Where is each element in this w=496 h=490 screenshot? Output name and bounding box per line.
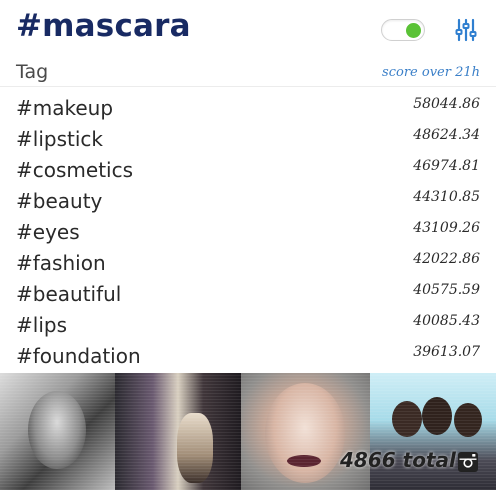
column-headers: Tag score over 21h [0, 60, 496, 87]
tag-score: 48624.34 [413, 127, 480, 143]
tag-score: 44310.85 [413, 189, 480, 205]
list-item[interactable]: #eyes 43109.26 [0, 218, 496, 249]
toggle-knob [406, 23, 421, 38]
page-title: #mascara [16, 8, 191, 44]
tag-score: 40085.43 [413, 313, 480, 329]
score-column-header[interactable]: score over 21h [382, 65, 480, 80]
list-item[interactable]: #beautiful 40575.59 [0, 280, 496, 311]
list-item[interactable]: #lips 40085.43 [0, 311, 496, 342]
tag-score: 39613.07 [413, 344, 480, 360]
live-toggle[interactable] [381, 19, 425, 41]
tag-name: #beauty [16, 189, 103, 213]
tag-score: 40575.59 [413, 282, 480, 298]
list-item[interactable]: #fashion 42022.86 [0, 249, 496, 280]
tag-score: 58044.86 [413, 96, 480, 112]
list-item[interactable]: #lipstick 48624.34 [0, 125, 496, 156]
tag-name: #lips [16, 313, 67, 337]
tag-name: #cosmetics [16, 158, 134, 182]
tag-name: #eyes [16, 220, 80, 244]
tag-list: #makeup 58044.86 #lipstick 48624.34 #cos… [0, 94, 496, 373]
list-item[interactable]: #makeup 58044.86 [0, 94, 496, 125]
tag-name: #lipstick [16, 127, 103, 151]
total-count: 4866 total [340, 448, 456, 472]
tag-name: #fashion [16, 251, 106, 275]
list-item[interactable]: #cosmetics 46974.81 [0, 156, 496, 187]
header: #mascara [0, 0, 496, 58]
sliders-icon[interactable] [454, 18, 478, 42]
tag-name: #foundation [16, 344, 141, 368]
tag-name: #makeup [16, 96, 114, 120]
list-item[interactable]: #foundation 39613.07 [0, 342, 496, 373]
tag-score: 42022.86 [413, 251, 480, 267]
tag-column-header: Tag [16, 61, 49, 83]
tag-name: #beautiful [16, 282, 122, 306]
tag-score: 46974.81 [413, 158, 480, 174]
photo-overlay [0, 373, 496, 490]
tag-score: 43109.26 [413, 220, 480, 236]
photo-strip [0, 373, 496, 490]
list-item[interactable]: #beauty 44310.85 [0, 187, 496, 218]
instagram-icon[interactable] [457, 451, 479, 473]
